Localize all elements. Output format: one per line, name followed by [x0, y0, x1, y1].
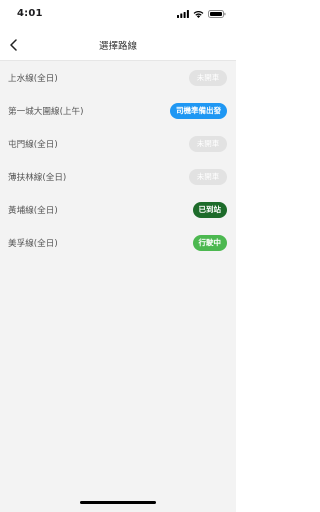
status-badge: 未開車 [189, 168, 227, 185]
status-time: 4:01 [17, 8, 43, 19]
status-badge: 未開車 [189, 135, 227, 152]
route-name: 薄扶林線(全日) [8, 172, 67, 183]
nav-bar: 選擇路線 [0, 30, 236, 61]
status-badge: 行駛中 [192, 234, 227, 251]
cellular-signal-icon [177, 10, 189, 18]
route-name: 上水線(全日) [8, 73, 58, 84]
status-badge: 司機準備出發 [170, 102, 227, 119]
route-name: 美孚線(全日) [8, 238, 58, 249]
route-row-tuen-mun[interactable]: 屯門線(全日) 未開車 [0, 127, 236, 160]
route-row-whampoa[interactable]: 黃埔線(全日) 已到站 [0, 193, 236, 226]
route-name: 第一城大圍線(上午) [8, 106, 84, 117]
status-bar: 4:01 [0, 0, 236, 30]
battery-icon [208, 10, 226, 18]
route-row-pok-fu-lam[interactable]: 薄扶林線(全日) 未開車 [0, 160, 236, 193]
route-name: 黃埔線(全日) [8, 205, 58, 216]
route-row-mei-foo[interactable]: 美孚線(全日) 行駛中 [0, 226, 236, 259]
wifi-icon [193, 10, 204, 18]
route-row-city-one-tai-wai[interactable]: 第一城大圍線(上午) 司機準備出發 [0, 94, 236, 127]
route-row-sheung-shui[interactable]: 上水線(全日) 未開車 [0, 61, 236, 94]
route-list: 上水線(全日) 未開車 第一城大圍線(上午) 司機準備出發 屯門線(全日) 未開… [0, 61, 236, 259]
status-icons [177, 10, 226, 18]
status-badge: 已到站 [192, 201, 227, 218]
home-indicator [80, 501, 156, 504]
route-name: 屯門線(全日) [8, 139, 58, 150]
page-title: 選擇路線 [98, 41, 137, 52]
route-list-container: 上水線(全日) 未開車 第一城大圍線(上午) 司機準備出發 屯門線(全日) 未開… [0, 61, 236, 512]
status-badge: 未開車 [189, 69, 227, 86]
